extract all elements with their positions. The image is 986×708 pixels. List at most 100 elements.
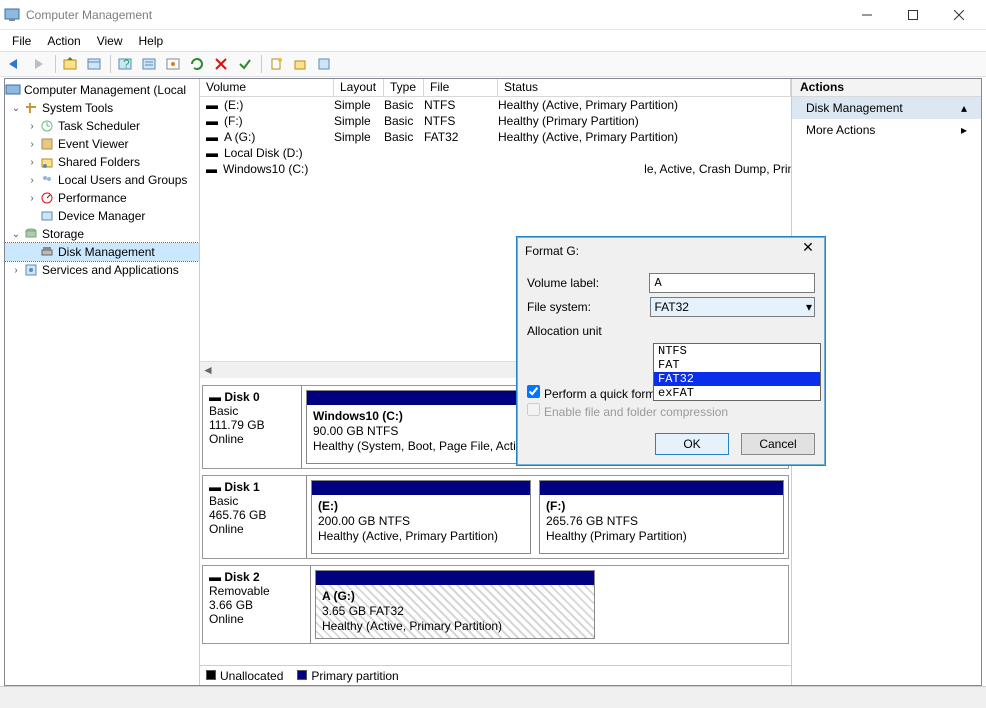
option-fat[interactable]: FAT	[654, 358, 820, 372]
settings-icon[interactable]	[162, 53, 184, 75]
disk-label: Disk 2	[224, 570, 259, 584]
list-icon[interactable]	[138, 53, 160, 75]
tree-root[interactable]: Computer Management (Local	[24, 83, 186, 97]
col-volume[interactable]: Volume	[200, 79, 334, 96]
options-icon[interactable]	[313, 53, 335, 75]
label-allocation: Allocation unit	[527, 324, 653, 338]
tree-task-scheduler[interactable]: Task Scheduler	[58, 119, 140, 133]
chevron-down-icon[interactable]: ⌄	[9, 103, 23, 114]
statusbar	[0, 686, 986, 708]
minimize-button[interactable]	[844, 0, 890, 29]
nav-tree[interactable]: Computer Management (Local ⌄ System Tools…	[5, 79, 200, 685]
tree-local-users[interactable]: Local Users and Groups	[58, 173, 187, 187]
volume-icon: ▬	[200, 114, 218, 128]
option-fat32[interactable]: FAT32	[654, 372, 820, 386]
chevron-down-icon: ▾	[806, 300, 812, 314]
ok-button[interactable]: OK	[655, 433, 729, 455]
toolbar: ?	[0, 51, 986, 77]
tree-event-viewer[interactable]: Event Viewer	[58, 137, 128, 151]
chevron-right-icon[interactable]: ›	[25, 121, 39, 132]
label-quick-format: Perform a quick format	[544, 387, 665, 401]
tree-performance[interactable]: Performance	[58, 191, 127, 205]
tree-systemtools[interactable]: System Tools	[42, 101, 113, 115]
delete-icon[interactable]	[210, 53, 232, 75]
partition[interactable]: (E:)200.00 GB NTFSHealthy (Active, Prima…	[311, 480, 531, 554]
disk-label: Disk 0	[224, 390, 259, 404]
properties-icon[interactable]	[83, 53, 105, 75]
refresh-icon[interactable]	[186, 53, 208, 75]
partition[interactable]: A (G:)3.65 GB FAT32Healthy (Active, Prim…	[315, 570, 595, 639]
tree-shared-folders[interactable]: Shared Folders	[58, 155, 140, 169]
tree-disk-management[interactable]: Disk Management	[5, 243, 199, 261]
quick-format-checkbox[interactable]	[527, 385, 540, 398]
col-filesystem[interactable]: File System	[424, 79, 498, 96]
cancel-button[interactable]: Cancel	[741, 433, 815, 455]
storage-icon	[23, 226, 39, 242]
legend-unallocated: Unallocated	[220, 669, 283, 683]
tree-services[interactable]: Services and Applications	[42, 263, 179, 277]
filesystem-dropdown[interactable]: NTFS FAT FAT32 exFAT	[653, 343, 821, 401]
volume-row[interactable]: ▬ (F:)SimpleBasicNTFSHealthy (Primary Pa…	[200, 113, 791, 129]
compression-checkbox	[527, 403, 540, 416]
check-icon[interactable]	[234, 53, 256, 75]
tree-storage[interactable]: Storage	[42, 227, 84, 241]
forward-icon[interactable]	[28, 53, 50, 75]
help-icon[interactable]: ?	[114, 53, 136, 75]
volume-row[interactable]: ▬A (G:)SimpleBasicFAT32Healthy (Active, …	[200, 129, 791, 145]
volume-row[interactable]: ▬Windows10 (C:)le, Active, Crash Dump, P…	[200, 161, 791, 177]
actions-disk-management[interactable]: Disk Management▴	[792, 97, 981, 119]
chevron-right-icon[interactable]: ›	[25, 139, 39, 150]
chevron-right-icon[interactable]: ›	[25, 193, 39, 204]
filesystem-select[interactable]: FAT32▾	[650, 297, 816, 317]
option-ntfs[interactable]: NTFS	[654, 344, 820, 358]
close-button[interactable]	[936, 0, 982, 29]
label-compression: Enable file and folder compression	[544, 405, 728, 419]
clock-icon	[39, 118, 55, 134]
up-icon[interactable]	[59, 53, 81, 75]
chevron-right-icon[interactable]: ›	[25, 157, 39, 168]
chevron-right-icon[interactable]: ›	[25, 175, 39, 186]
option-exfat[interactable]: exFAT	[654, 386, 820, 400]
actions-more[interactable]: More Actions▸	[792, 119, 981, 141]
menubar: File Action View Help	[0, 30, 986, 51]
menu-action[interactable]: Action	[39, 32, 88, 50]
menu-help[interactable]: Help	[131, 32, 172, 50]
volume-list-header[interactable]: Volume Layout Type File System Status	[200, 79, 791, 97]
menu-file[interactable]: File	[4, 32, 39, 50]
col-status[interactable]: Status	[498, 79, 791, 96]
folder-icon[interactable]	[289, 53, 311, 75]
col-layout[interactable]: Layout	[334, 79, 384, 96]
scroll-left-icon[interactable]: ◄	[202, 363, 214, 377]
new-icon[interactable]	[265, 53, 287, 75]
label-volume: Volume label:	[527, 276, 649, 290]
users-icon	[39, 172, 55, 188]
back-icon[interactable]	[4, 53, 26, 75]
volume-icon: ▬	[200, 146, 218, 160]
disk-row[interactable]: ▬ Disk 2 Removable 3.66 GB Online A (G:)…	[202, 565, 789, 644]
volume-icon: ▬	[200, 98, 218, 112]
chevron-right-icon[interactable]: ›	[9, 265, 23, 276]
close-icon[interactable]: ✕	[795, 239, 821, 261]
partition[interactable]: (F:)265.76 GB NTFSHealthy (Primary Parti…	[539, 480, 784, 554]
tree-device-manager[interactable]: Device Manager	[58, 209, 145, 223]
volume-icon: ▬	[200, 130, 218, 144]
legend: Unallocated Primary partition	[200, 665, 791, 685]
dialog-title: Format G:	[525, 244, 579, 258]
app-icon	[4, 7, 20, 23]
svg-text:?: ?	[123, 57, 130, 71]
tools-icon	[23, 100, 39, 116]
format-dialog: Format G: ✕ Volume label: File system: F…	[516, 236, 826, 466]
volume-row[interactable]: ▬Local Disk (D:)	[200, 145, 791, 161]
event-icon	[39, 136, 55, 152]
maximize-button[interactable]	[890, 0, 936, 29]
disk-info: ▬ Disk 0 Basic 111.79 GB Online	[203, 386, 302, 468]
volume-label-input[interactable]	[649, 273, 815, 293]
volume-row[interactable]: ▬ (E:)SimpleBasicNTFSHealthy (Active, Pr…	[200, 97, 791, 113]
menu-view[interactable]: View	[89, 32, 131, 50]
col-type[interactable]: Type	[384, 79, 424, 96]
chevron-down-icon[interactable]: ⌄	[9, 229, 23, 240]
disk-row[interactable]: ▬ Disk 1 Basic 465.76 GB Online (E:)200.…	[202, 475, 789, 559]
device-icon	[39, 208, 55, 224]
collapse-icon[interactable]: ▴	[961, 101, 967, 115]
volume-list[interactable]: ▬ (E:)SimpleBasicNTFSHealthy (Active, Pr…	[200, 97, 791, 177]
